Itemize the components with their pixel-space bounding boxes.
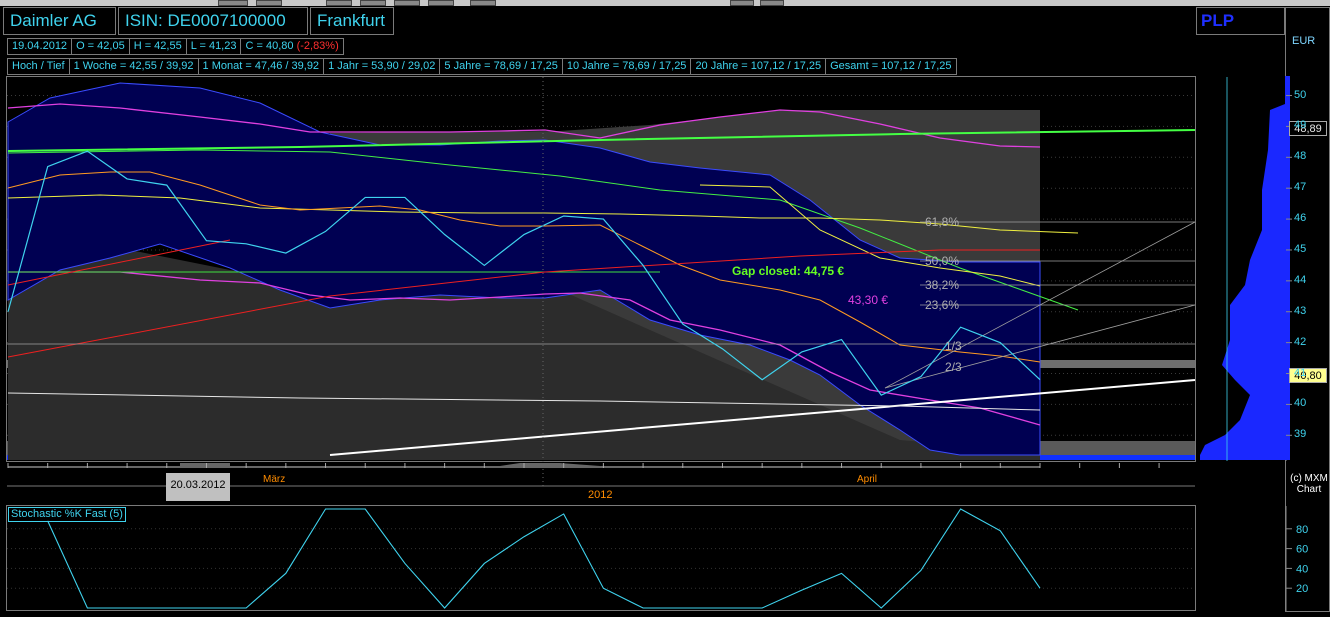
copyright-text: (c) MXM: [1290, 473, 1328, 484]
stochastic-tick-label: 40: [1296, 563, 1308, 575]
marked-level-annotation: 43,30 €: [848, 293, 889, 307]
price-tick-label: 42: [1294, 335, 1307, 348]
volume-profile: [1200, 76, 1290, 460]
month-label-april: April: [857, 474, 878, 485]
stochastic-tick-label: 80: [1296, 524, 1308, 536]
chart-text: Chart: [1296, 484, 1322, 495]
stochastic-axis-ticks: 20 40 60 80: [1285, 506, 1308, 611]
year-label: 2012: [588, 489, 613, 501]
third-2-label: 2/3: [945, 360, 962, 374]
price-tick-label: 49: [1294, 119, 1307, 132]
stochastic-grid: [7, 528, 1195, 589]
price-tick-label: 44: [1294, 273, 1307, 286]
stochastic-tick-label: 60: [1296, 544, 1308, 556]
price-tick-label: 48: [1294, 150, 1307, 163]
price-tick-label: 40: [1294, 397, 1307, 410]
price-tick-label: 50: [1294, 88, 1307, 101]
price-tick-label: 41: [1294, 366, 1307, 379]
price-tick-label: 47: [1294, 181, 1307, 194]
gap-closed-annotation: Gap closed: 44,75 €: [732, 264, 845, 278]
month-label-maerz: März: [263, 474, 286, 485]
price-tick-label: 45: [1294, 242, 1307, 255]
fib-618-label: 61,8%: [925, 215, 960, 229]
third-1-label: 1/3: [945, 339, 962, 353]
price-tick-label: 39: [1294, 428, 1307, 441]
fib-236-label: 23,6%: [925, 298, 960, 312]
stochastic-line: [47, 508, 1041, 609]
price-tick-label: 46: [1294, 212, 1307, 225]
fib-500-label: 50,0%: [925, 254, 960, 268]
price-tick-label: 43: [1294, 304, 1307, 317]
stochastic-tick-label: 20: [1296, 583, 1308, 595]
stochastic-label: Stochastic %K Fast (5): [8, 507, 126, 522]
selected-date-box[interactable]: 20.03.2012: [166, 473, 230, 501]
price-chart: 20 40 60 80: [7, 76, 1308, 611]
mxm-credit: (c) MXM Chart: [1288, 473, 1330, 495]
fib-382-label: 38,2%: [925, 278, 960, 292]
